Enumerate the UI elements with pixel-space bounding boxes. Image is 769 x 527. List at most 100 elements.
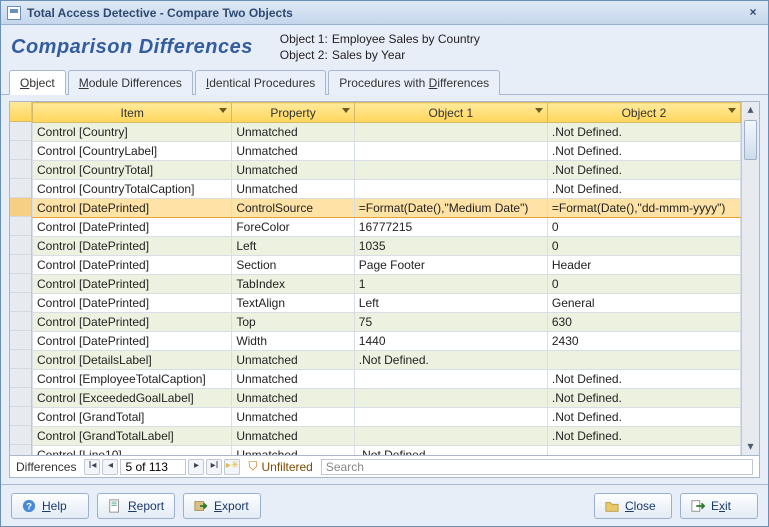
cell-o2[interactable]: 0 [547, 275, 740, 294]
cell-item[interactable]: Control [DatePrinted] [33, 218, 232, 237]
nav-new-button[interactable]: ▸✳ [224, 459, 240, 475]
vertical-scrollbar[interactable]: ▴ ▾ [741, 102, 759, 455]
cell-property[interactable]: Unmatched [232, 389, 354, 408]
tab-procedures-with-differences[interactable]: Procedures with Differences [328, 70, 500, 95]
cell-item[interactable]: Control [DatePrinted] [33, 313, 232, 332]
cell-o1[interactable]: .Not Defined. [354, 351, 547, 370]
cell-o2[interactable]: .Not Defined. [547, 123, 740, 142]
cell-property[interactable]: Unmatched [232, 408, 354, 427]
cell-item[interactable]: Control [DatePrinted] [33, 275, 232, 294]
table-row[interactable]: Control [Line10]Unmatched.Not Defined. [33, 446, 741, 456]
table-row[interactable]: Control [DatePrinted]Left10350 [33, 237, 741, 256]
table-row[interactable]: Control [DetailsLabel]Unmatched.Not Defi… [33, 351, 741, 370]
table-row[interactable]: Control [EmployeeTotalCaption]Unmatched.… [33, 370, 741, 389]
cell-o1[interactable]: Page Footer [354, 256, 547, 275]
table-row[interactable]: Control [DatePrinted]Width14402430 [33, 332, 741, 351]
cell-item[interactable]: Control [DatePrinted] [33, 256, 232, 275]
table-row[interactable]: Control [DatePrinted]ControlSource=Forma… [33, 199, 741, 218]
table-row[interactable]: Control [Country]Unmatched .Not Defined. [33, 123, 741, 142]
cell-property[interactable]: ControlSource [232, 199, 354, 218]
filter-status[interactable]: ⛉ Unfiltered [248, 459, 312, 474]
data-grid[interactable]: Item Property Object 1 Object 2 Control … [32, 102, 741, 455]
cell-item[interactable]: Control [Line10] [33, 446, 232, 456]
chevron-down-icon[interactable] [535, 108, 543, 113]
col-header-object1[interactable]: Object 1 [354, 103, 547, 123]
cell-o2[interactable]: .Not Defined. [547, 370, 740, 389]
cell-o2[interactable]: 0 [547, 237, 740, 256]
table-row[interactable]: Control [CountryLabel]Unmatched.Not Defi… [33, 142, 741, 161]
table-row[interactable]: Control [DatePrinted]ForeColor167772150 [33, 218, 741, 237]
col-header-item[interactable]: Item [33, 103, 232, 123]
cell-o2[interactable]: .Not Defined. [547, 180, 740, 199]
cell-item[interactable]: Control [DetailsLabel] [33, 351, 232, 370]
table-row[interactable]: Control [DatePrinted]TextAlignLeftGenera… [33, 294, 741, 313]
table-row[interactable]: Control [CountryTotal]Unmatched .Not Defi… [33, 161, 741, 180]
cell-item[interactable]: Control [CountryTotalCaption] [33, 180, 232, 199]
chevron-down-icon[interactable] [219, 108, 227, 113]
cell-o2[interactable]: .Not Defined. [547, 142, 740, 161]
cell-o2[interactable]: 630 [547, 313, 740, 332]
report-button[interactable]: Report [97, 493, 175, 519]
cell-o1[interactable] [354, 180, 547, 199]
cell-o2[interactable]: 2430 [547, 332, 740, 351]
cell-item[interactable]: Control [GrandTotalLabel] [33, 427, 232, 446]
cell-item[interactable]: Control [ExceededGoalLabel] [33, 389, 232, 408]
cell-item[interactable]: Control [CountryTotal] [33, 161, 232, 180]
cell-o1[interactable]: 1 [354, 275, 547, 294]
cell-o2[interactable] [547, 351, 740, 370]
cell-o1[interactable] [354, 161, 547, 180]
cell-item[interactable]: Control [GrandTotal] [33, 408, 232, 427]
scroll-thumb[interactable] [744, 120, 757, 160]
table-row[interactable]: Control [GrandTotalLabel]Unmatched .Not D… [33, 427, 741, 446]
cell-o1[interactable]: .Not Defined. [354, 446, 547, 456]
cell-o2[interactable]: =Format(Date(),"dd-mmm-yyyy") [547, 199, 740, 218]
tab-module-differences[interactable]: Module Differences [68, 70, 193, 95]
close-icon[interactable]: × [744, 5, 762, 21]
cell-o1[interactable] [354, 142, 547, 161]
cell-item[interactable]: Control [Country] [33, 123, 232, 142]
cell-property[interactable]: Unmatched [232, 161, 354, 180]
cell-o1[interactable] [354, 389, 547, 408]
cell-property[interactable]: Unmatched [232, 427, 354, 446]
cell-property[interactable]: Unmatched [232, 351, 354, 370]
cell-o1[interactable]: 1440 [354, 332, 547, 351]
export-button[interactable]: Export [183, 493, 261, 519]
scroll-down-icon[interactable]: ▾ [742, 439, 759, 455]
cell-o1[interactable] [354, 408, 547, 427]
cell-property[interactable]: Width [232, 332, 354, 351]
col-header-object2[interactable]: Object 2 [547, 103, 740, 123]
help-button[interactable]: ? Help [11, 493, 89, 519]
chevron-down-icon[interactable] [342, 108, 350, 113]
cell-property[interactable]: Top [232, 313, 354, 332]
table-row[interactable]: Control [GrandTotal]Unmatched .Not Define… [33, 408, 741, 427]
table-row[interactable]: Control [ExceededGoalLabel]Unmatched.Not… [33, 389, 741, 408]
cell-property[interactable]: Left [232, 237, 354, 256]
table-row[interactable]: Control [CountryTotalCaption]Unmatched .N… [33, 180, 741, 199]
search-input[interactable]: Search [321, 459, 753, 475]
cell-o2[interactable]: .Not Defined. [547, 161, 740, 180]
close-button[interactable]: Close [594, 493, 672, 519]
nav-next-button[interactable]: ▸ [188, 459, 204, 475]
row-selectors[interactable] [10, 102, 32, 455]
tab-object[interactable]: Object [9, 70, 66, 95]
cell-item[interactable]: Control [DatePrinted] [33, 237, 232, 256]
cell-item[interactable]: Control [DatePrinted] [33, 332, 232, 351]
nav-last-button[interactable]: ▸I [206, 459, 222, 475]
cell-property[interactable]: Section [232, 256, 354, 275]
cell-property[interactable]: Unmatched [232, 123, 354, 142]
cell-item[interactable]: Control [DatePrinted] [33, 294, 232, 313]
cell-o1[interactable] [354, 123, 547, 142]
cell-property[interactable]: Unmatched [232, 446, 354, 456]
cell-o1[interactable]: 1035 [354, 237, 547, 256]
cell-o1[interactable] [354, 370, 547, 389]
cell-property[interactable]: Unmatched [232, 370, 354, 389]
nav-first-button[interactable]: I◂ [84, 459, 100, 475]
cell-o2[interactable]: 0 [547, 218, 740, 237]
cell-o2[interactable]: .Not Defined. [547, 427, 740, 446]
chevron-down-icon[interactable] [728, 108, 736, 113]
cell-o1[interactable]: =Format(Date(),"Medium Date") [354, 199, 547, 218]
col-header-property[interactable]: Property [232, 103, 354, 123]
cell-o2[interactable]: .Not Defined. [547, 408, 740, 427]
nav-position[interactable]: 5 of 113 [120, 459, 186, 475]
cell-property[interactable]: Unmatched [232, 180, 354, 199]
